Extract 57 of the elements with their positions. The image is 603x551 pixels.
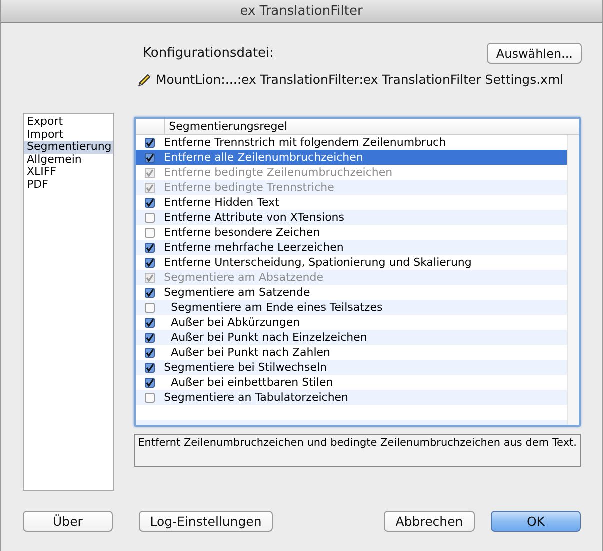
checkbox[interactable] (145, 228, 156, 238)
checkbox[interactable] (145, 288, 156, 298)
checkbox[interactable] (145, 198, 156, 208)
checkbox[interactable] (145, 362, 156, 372)
rule-label: Segmentiere am Satzende (164, 286, 310, 299)
table-row[interactable]: Entferne Attribute von XTensions (136, 210, 568, 225)
file-path: MountLion:...:ex TranslationFilter:ex TranslationFilter Settings.xml (156, 72, 564, 87)
rule-label: Außer bei Abkürzungen (170, 316, 300, 329)
checkbox[interactable] (145, 348, 156, 358)
table-row[interactable]: Segmentiere bei Stilwechseln (136, 360, 568, 375)
rule-label: Entferne bedingte Trennstriche (164, 181, 334, 194)
choose-button[interactable]: Auswählen... (487, 43, 582, 64)
checkbox[interactable] (145, 302, 156, 312)
table-row[interactable]: Außer bei Punkt nach Einzelzeichen (136, 330, 568, 345)
sidebar-item[interactable]: Import (24, 128, 114, 141)
sidebar-item[interactable]: Segmentierung (24, 141, 114, 154)
rule-label: Entferne besondere Zeichen (164, 226, 320, 239)
rule-label: Segmentiere bei Stilwechseln (164, 361, 328, 374)
ok-button[interactable]: OK (491, 511, 581, 532)
rule-label: Entferne mehrfache Leerzeichen (164, 241, 344, 254)
rule-label: Entferne Trennstrich mit folgendem Zeilenumbruch (164, 136, 446, 149)
dialog-button[interactable]: Abbrechen (384, 511, 475, 532)
table-row[interactable]: Segmentiere an Tabulatorzeichen (136, 390, 568, 405)
config-label: Konfigurationsdatei: (143, 46, 274, 61)
checkbox[interactable] (145, 152, 156, 162)
sidebar-item[interactable]: Export (24, 116, 114, 128)
table-row[interactable]: Entferne alle Zeilenumbruchzeichen (136, 150, 568, 165)
checkbox[interactable] (145, 318, 156, 328)
dialog-button[interactable]: Log-Einstellungen (139, 511, 273, 532)
rule-label: Außer bei Punkt nach Einzelzeichen (170, 331, 368, 344)
table-row[interactable]: Entferne mehrfache Leerzeichen (136, 240, 568, 255)
checkbox[interactable] (145, 258, 156, 268)
rule-label: Außer bei einbettbaren Stilen (170, 376, 334, 389)
checkbox[interactable] (145, 392, 156, 402)
rule-label: Entferne bedingte Zeilenumbruchzeichen (164, 166, 393, 179)
checkbox[interactable] (145, 242, 156, 252)
table-row[interactable]: Segmentiere am Ende eines Teilsatzes (136, 300, 568, 315)
rule-label: Außer bei Punkt nach Zahlen (170, 346, 330, 359)
rule-label: Segmentiere am Absatzende (164, 271, 324, 284)
checkbox[interactable] (145, 212, 156, 222)
window-title: ex TranslationFilter (240, 4, 363, 18)
pencil-icon (138, 72, 152, 86)
rule-label: Entferne Hidden Text (164, 196, 280, 209)
sidebar-item[interactable]: PDF (24, 178, 114, 191)
rule-label: Segmentiere an Tabulatorzeichen (164, 391, 349, 404)
checkbox[interactable] (145, 138, 156, 148)
rule-label: Entferne Attribute von XTensions (164, 211, 345, 224)
dialog-button[interactable]: Über (23, 511, 113, 532)
sidebar-item[interactable]: XLIFF (24, 166, 114, 178)
column-header: Segmentierungsregel (168, 119, 288, 134)
rule-label: Entferne Unterscheidung, Spationierung und Skalierung (164, 256, 472, 269)
rule-label: Segmentiere am Ende eines Teilsatzes (170, 301, 383, 314)
rule-label: Entferne alle Zeilenumbruchzeichen (164, 151, 364, 164)
description-text: Entfernt Zeilenumbruchzeichen und bedingte Zeilenumbruchzeichen aus dem Text. (134, 434, 581, 467)
checkbox[interactable] (145, 378, 156, 388)
sidebar-item[interactable]: Allgemein (24, 154, 114, 166)
checkbox[interactable] (145, 332, 156, 342)
